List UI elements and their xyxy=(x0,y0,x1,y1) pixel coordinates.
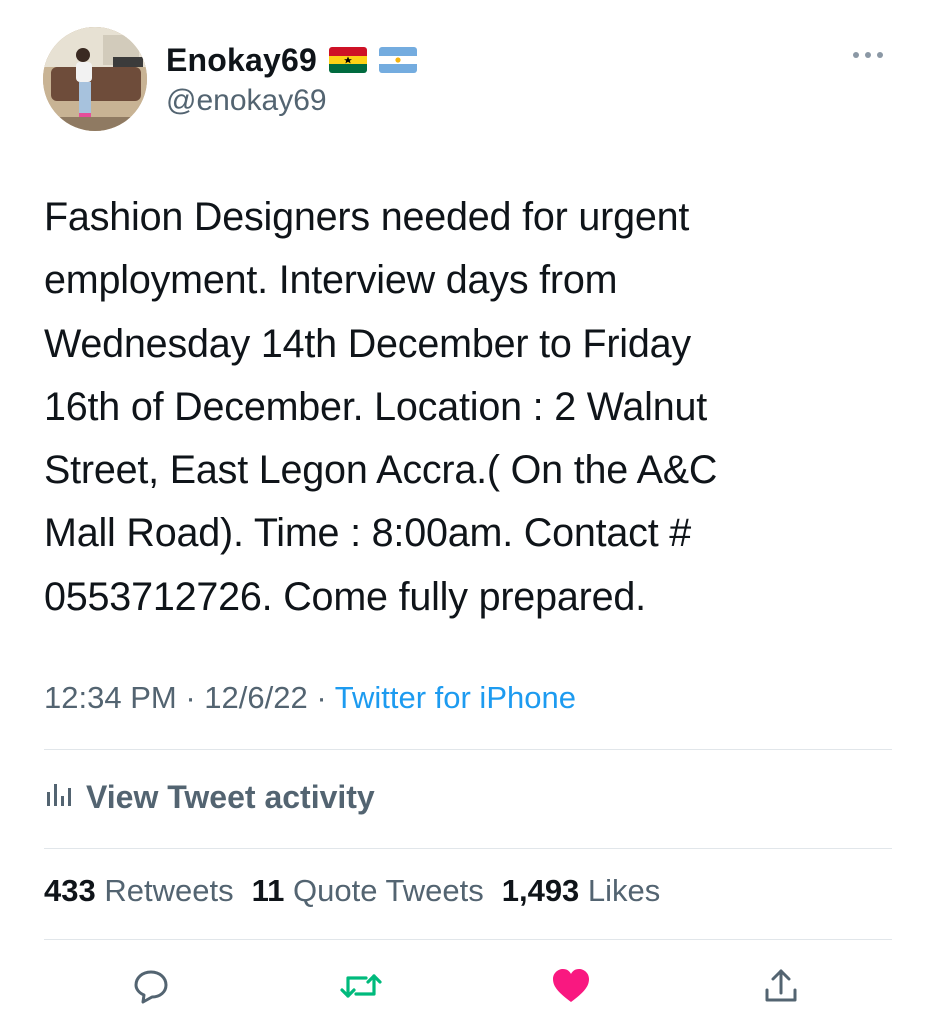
activity-label: View Tweet activity xyxy=(86,778,375,815)
quotes-count: 11 xyxy=(251,873,285,908)
like-button[interactable] xyxy=(546,963,596,1013)
author-handle[interactable]: @enokay69 xyxy=(166,84,327,118)
ghana-flag-icon xyxy=(329,47,368,73)
share-icon xyxy=(761,966,801,1011)
view-tweet-activity-button[interactable]: View Tweet activity xyxy=(44,775,375,819)
retweet-button[interactable] xyxy=(336,963,386,1013)
more-icon[interactable] xyxy=(848,40,888,70)
likes-label: Likes xyxy=(587,873,661,908)
tweet-source-link[interactable]: Twitter for iPhone xyxy=(335,680,576,715)
tweet-text: Fashion Designers needed for urgent empl… xyxy=(44,195,718,619)
argentina-flag-icon xyxy=(379,47,418,73)
tweet-meta: 12:34 PM · 12/6/22 · Twitter for iPhone xyxy=(44,680,576,716)
activity-chart-icon xyxy=(44,778,74,816)
engagement-stats: 433 Retweets 11 Quote Tweets 1,493 Likes xyxy=(44,873,660,909)
avatar[interactable] xyxy=(43,27,147,131)
meta-separator: · xyxy=(316,680,327,715)
share-button[interactable] xyxy=(756,963,806,1013)
tweet-actions xyxy=(0,963,934,1013)
quote-tweets-stat[interactable]: 11 Quote Tweets xyxy=(252,873,484,909)
divider xyxy=(44,848,892,849)
tweet-time[interactable]: 12:34 PM xyxy=(44,680,177,715)
retweet-icon xyxy=(339,966,383,1011)
like-icon xyxy=(550,966,592,1011)
likes-count: 1,493 xyxy=(501,873,580,908)
retweets-label: Retweets xyxy=(104,873,234,908)
divider xyxy=(44,939,892,940)
retweets-stat[interactable]: 433 Retweets xyxy=(44,873,234,909)
reply-icon xyxy=(131,966,171,1011)
meta-separator: · xyxy=(185,680,196,715)
author-name-row: Enokay69 xyxy=(166,40,418,80)
divider xyxy=(44,749,892,750)
retweets-count: 433 xyxy=(44,873,96,908)
quotes-label: Quote Tweets xyxy=(293,873,484,908)
likes-stat[interactable]: 1,493 Likes xyxy=(502,873,661,909)
author-display-name[interactable]: Enokay69 xyxy=(166,42,317,79)
tweet-date[interactable]: 12/6/22 xyxy=(204,680,307,715)
reply-button[interactable] xyxy=(126,963,176,1013)
